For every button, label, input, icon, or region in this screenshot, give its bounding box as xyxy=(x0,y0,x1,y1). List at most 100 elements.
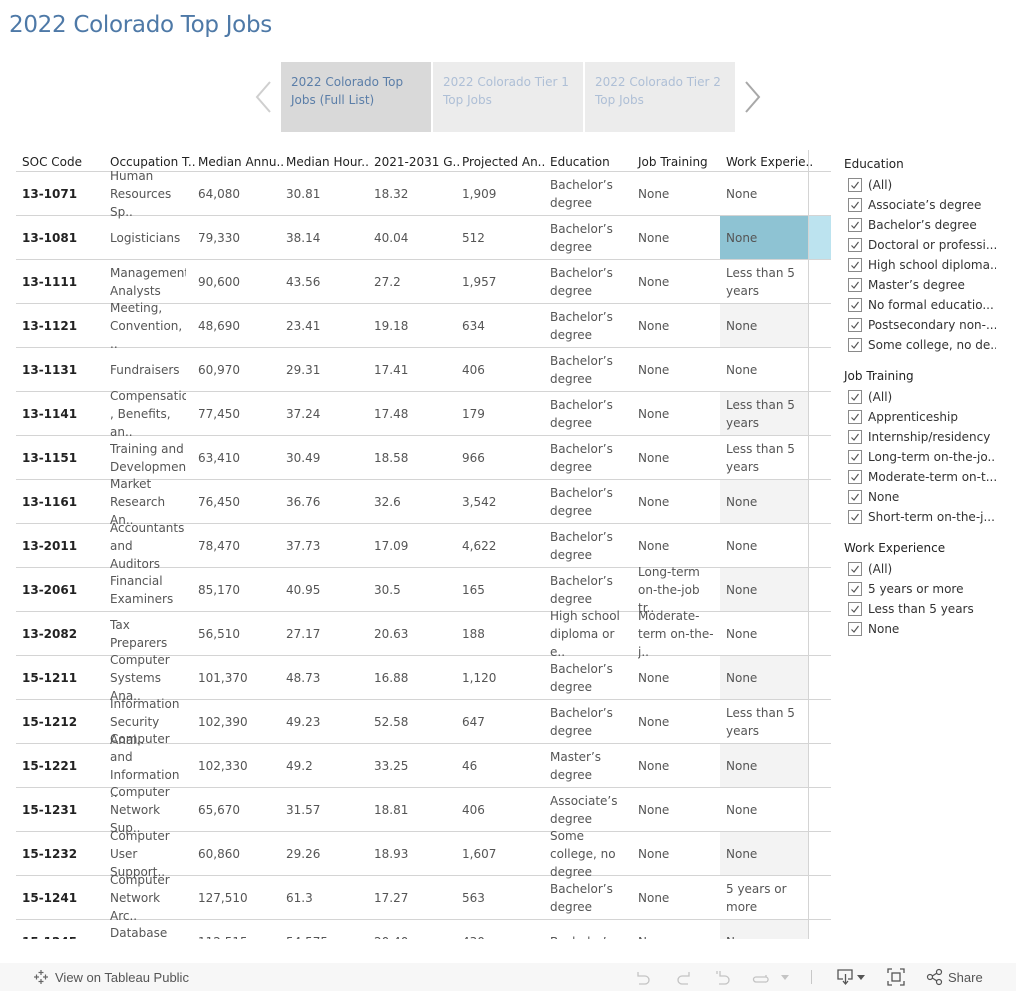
median-annual-cell[interactable]: 90,600 xyxy=(192,260,280,303)
median-annual-cell[interactable]: 101,370 xyxy=(192,656,280,699)
work-experience-cell[interactable]: None xyxy=(720,304,808,347)
projected-annual-cell[interactable]: 430 xyxy=(456,920,544,940)
median-annual-cell[interactable]: 64,080 xyxy=(192,172,280,215)
filter-option[interactable]: Bachelor’s degree xyxy=(844,215,1014,235)
projected-annual-cell[interactable]: 165 xyxy=(456,568,544,611)
median-hourly-cell[interactable]: 49.2 xyxy=(280,744,368,787)
table-row[interactable]: 13-1121 Meeting, Convention, .. 48,690 23.4… xyxy=(16,301,831,351)
checkbox[interactable] xyxy=(848,318,862,332)
soc-code-cell[interactable]: 13-1071 xyxy=(16,172,104,215)
job-training-cell[interactable]: None xyxy=(632,788,720,831)
median-hourly-cell[interactable]: 37.73 xyxy=(280,524,368,567)
table-row[interactable]: 15-1245 Database Adm 112,515 54.575 20.40 430… xyxy=(16,920,831,939)
median-hourly-cell[interactable]: 29.26 xyxy=(280,832,368,875)
column-header-soc-code[interactable]: SOC Code xyxy=(22,155,82,169)
soc-code-cell[interactable]: 15-1212 xyxy=(16,700,104,743)
filter-option[interactable]: None xyxy=(844,619,1014,639)
occupation-cell[interactable]: Training and Development.. xyxy=(104,436,192,479)
checkbox[interactable] xyxy=(848,470,862,484)
checkbox[interactable] xyxy=(848,178,862,192)
filter-option[interactable]: Less than 5 years xyxy=(844,599,1014,619)
education-cell[interactable]: Bachelor’s degree xyxy=(544,436,632,479)
table-row[interactable]: 13-1131 Fundraisers 60,970 29.31 17.41 406 Bac… xyxy=(16,348,831,392)
soc-code-cell[interactable]: 15-1221 xyxy=(16,744,104,787)
filter-option[interactable]: Short-term on-the-j... xyxy=(844,507,1014,527)
filter-option[interactable]: Doctoral or professi... xyxy=(844,235,1014,255)
median-annual-cell[interactable]: 65,670 xyxy=(192,788,280,831)
checkbox[interactable] xyxy=(848,582,862,596)
table-row[interactable]: 13-1141 Compensation , Benefits, an.. 77,4… xyxy=(16,389,831,439)
job-training-cell[interactable]: None xyxy=(632,392,720,435)
filter-option[interactable]: No formal educatio... xyxy=(844,295,1014,315)
education-cell[interactable]: Bachelor’s degree xyxy=(544,568,632,611)
education-cell[interactable]: Bachelor’s degree xyxy=(544,700,632,743)
projected-annual-cell[interactable]: 1,120 xyxy=(456,656,544,699)
growth-cell[interactable]: 30.5 xyxy=(368,568,456,611)
occupation-cell[interactable]: Accountants and Auditors xyxy=(104,521,192,571)
median-annual-cell[interactable]: 85,170 xyxy=(192,568,280,611)
growth-cell[interactable]: 17.48 xyxy=(368,392,456,435)
median-annual-cell[interactable]: 56,510 xyxy=(192,612,280,655)
checkbox[interactable] xyxy=(848,510,862,524)
checkbox[interactable] xyxy=(848,218,862,232)
soc-code-cell[interactable]: 15-1231 xyxy=(16,788,104,831)
revert-button[interactable] xyxy=(714,967,732,987)
education-cell[interactable]: Bachelor’s degree xyxy=(544,260,632,303)
work-experience-cell[interactable]: Less than 5 years xyxy=(720,436,808,479)
median-annual-cell[interactable]: 63,410 xyxy=(192,436,280,479)
projected-annual-cell[interactable]: 1,957 xyxy=(456,260,544,303)
growth-cell[interactable]: 18.32 xyxy=(368,172,456,215)
share-button[interactable]: Share xyxy=(926,967,983,987)
median-hourly-cell[interactable]: 38.14 xyxy=(280,216,368,259)
median-annual-cell[interactable]: 102,390 xyxy=(192,700,280,743)
job-training-cell[interactable]: None xyxy=(632,304,720,347)
education-cell[interactable]: Bachelor’s degree xyxy=(544,304,632,347)
occupation-cell[interactable]: Computer and Information .. xyxy=(104,732,192,800)
checkbox[interactable] xyxy=(848,622,862,636)
occupation-cell[interactable]: Logisticians xyxy=(104,216,192,259)
checkbox[interactable] xyxy=(848,298,862,312)
soc-code-cell[interactable]: 13-1161 xyxy=(16,480,104,523)
filter-option[interactable]: Associate’s degree xyxy=(844,195,1014,215)
table-row[interactable]: 15-1232 Computer User Support.. 60,860 29.2… xyxy=(16,829,831,879)
median-annual-cell[interactable]: 60,970 xyxy=(192,348,280,391)
table-row[interactable]: 13-1111 Management Analysts 90,600 43.56 27.… xyxy=(16,260,831,304)
median-annual-cell[interactable]: 60,860 xyxy=(192,832,280,875)
column-header-median-annual[interactable]: Median Annu.. xyxy=(198,155,284,169)
soc-code-cell[interactable]: 15-1211 xyxy=(16,656,104,699)
work-experience-cell[interactable]: None xyxy=(720,524,808,567)
education-cell[interactable]: Bachelor’s degree xyxy=(544,216,632,259)
projected-annual-cell[interactable]: 4,622 xyxy=(456,524,544,567)
filter-option[interactable]: Moderate-term on-t... xyxy=(844,467,1014,487)
education-cell[interactable]: Bachelor’s degree xyxy=(544,348,632,391)
projected-annual-cell[interactable]: 188 xyxy=(456,612,544,655)
checkbox[interactable] xyxy=(848,338,862,352)
occupation-cell[interactable]: Computer User Support.. xyxy=(104,829,192,879)
work-experience-cell[interactable]: None xyxy=(720,216,808,259)
work-experience-cell[interactable]: Less than 5 years xyxy=(720,700,808,743)
soc-code-cell[interactable]: 13-2061 xyxy=(16,568,104,611)
occupation-cell[interactable]: Computer Systems Ana.. xyxy=(104,653,192,703)
job-training-cell[interactable]: None xyxy=(632,920,720,940)
projected-annual-cell[interactable]: 46 xyxy=(456,744,544,787)
soc-code-cell[interactable]: 13-1151 xyxy=(16,436,104,479)
occupation-cell[interactable]: Market Research An.. xyxy=(104,477,192,527)
median-annual-cell[interactable]: 78,470 xyxy=(192,524,280,567)
checkbox[interactable] xyxy=(848,562,862,576)
refresh-button[interactable] xyxy=(752,967,770,987)
table-row[interactable]: 15-1231 Computer Network Sup.. 65,670 31.57… xyxy=(16,785,831,835)
soc-code-cell[interactable]: 13-1111 xyxy=(16,260,104,303)
projected-annual-cell[interactable]: 179 xyxy=(456,392,544,435)
refresh-dropdown-button[interactable] xyxy=(780,967,790,987)
work-experience-cell[interactable]: None xyxy=(720,568,808,611)
job-training-cell[interactable]: None xyxy=(632,348,720,391)
work-experience-cell[interactable]: None xyxy=(720,348,808,391)
column-header-work-experience[interactable]: Work Experie.. xyxy=(726,155,813,169)
projected-annual-cell[interactable]: 406 xyxy=(456,788,544,831)
table-row[interactable]: 15-1221 Computer and Information .. 102,33… xyxy=(16,732,831,800)
projected-annual-cell[interactable]: 647 xyxy=(456,700,544,743)
growth-cell[interactable]: 32.6 xyxy=(368,480,456,523)
median-hourly-cell[interactable]: 40.95 xyxy=(280,568,368,611)
median-hourly-cell[interactable]: 61.3 xyxy=(280,876,368,919)
checkbox[interactable] xyxy=(848,258,862,272)
